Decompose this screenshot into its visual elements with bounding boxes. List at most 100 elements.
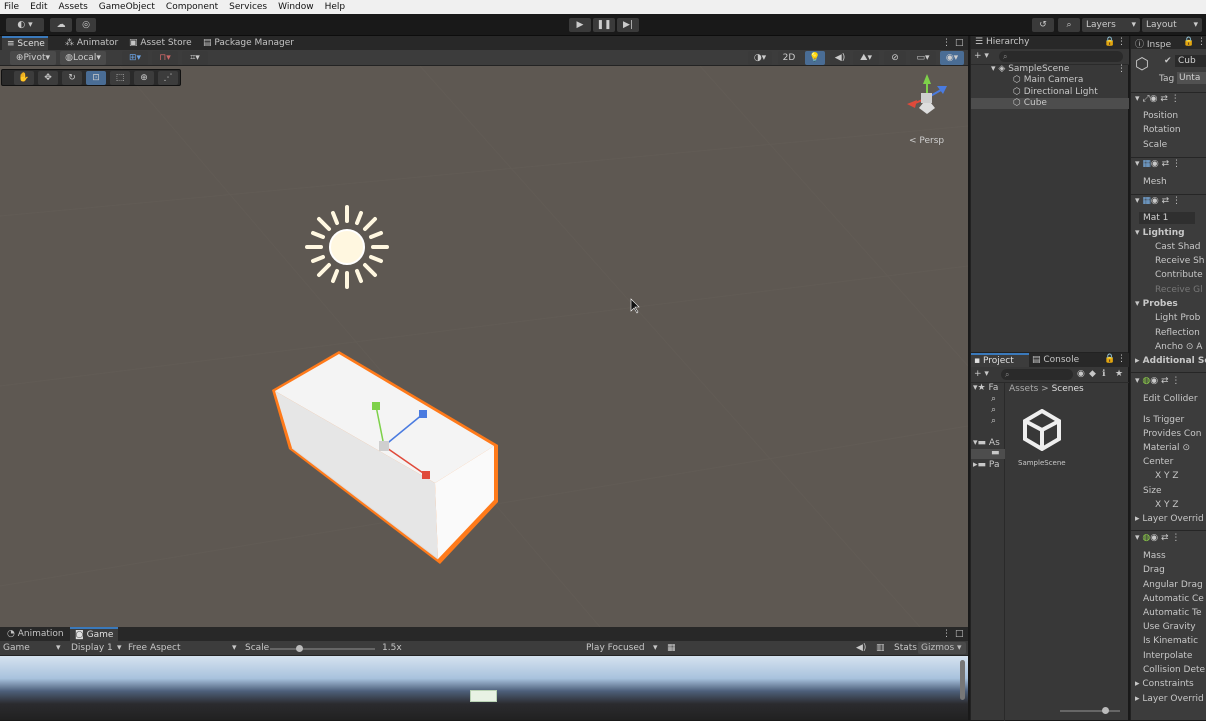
tag-dropdown[interactable]: Unta <box>1177 72 1206 84</box>
scale-slider-thumb[interactable] <box>296 645 303 652</box>
icon-size-slider[interactable] <box>1060 710 1120 712</box>
tree-packages[interactable]: ▸▬ Pa <box>973 460 999 470</box>
menu-gameobject[interactable]: GameObject <box>99 2 155 12</box>
hidden-packages-icon[interactable]: ℹ <box>1102 369 1105 379</box>
game-view[interactable] <box>0 656 968 720</box>
pivot-dropdown[interactable]: ⊕ Pivot ▾ <box>10 51 56 65</box>
hierarchy-item-main-camera[interactable]: ⬡ Main Camera <box>1013 75 1083 85</box>
rigidbody-header[interactable]: ▾ ◍◉ ⇄ ⋮ <box>1135 533 1180 543</box>
lock-icon[interactable]: 🔒 <box>1104 354 1115 364</box>
step-button[interactable]: ▶| <box>617 18 639 32</box>
more-icon[interactable]: ⋮ <box>1197 37 1206 47</box>
menu-assets[interactable]: Assets <box>59 2 88 12</box>
mesh-filter-header[interactable]: ▾ ▦◉ ⇄ ⋮ <box>1135 159 1181 169</box>
center-handle[interactable] <box>379 441 389 451</box>
object-picker-icon[interactable]: ⊙ <box>1182 443 1190 453</box>
rotate-tool[interactable]: ↻ <box>62 71 82 85</box>
audio-toggle[interactable]: ◀) <box>830 51 850 65</box>
scene-root[interactable]: ▾ ◈ SampleScene <box>991 64 1069 74</box>
collab-button[interactable]: ◎ <box>76 18 96 32</box>
tree-favorites[interactable]: ▾★ Fa <box>973 383 998 393</box>
orientation-gizmo[interactable] <box>907 74 947 114</box>
tab-console[interactable]: ▤ Console <box>1029 353 1082 367</box>
rect-tool[interactable]: ⬚ <box>110 71 130 85</box>
effects-dropdown[interactable]: ⛰▾ <box>853 51 879 65</box>
custom-tool[interactable]: ⋰ <box>158 71 178 85</box>
z-axis-handle[interactable] <box>419 410 427 418</box>
directional-light-icon[interactable] <box>305 205 389 289</box>
breadcrumb-scenes[interactable]: Scenes <box>1052 384 1084 394</box>
lock-icon[interactable]: 🔒 <box>1104 37 1115 47</box>
layer-overrides-foldout-2[interactable]: ▸ Layer Overrid <box>1135 694 1204 704</box>
scale-slider[interactable] <box>270 648 375 650</box>
game-scrollbar[interactable] <box>960 660 965 700</box>
transform-tool[interactable]: ⊕ <box>134 71 154 85</box>
history-button[interactable]: ↺ <box>1032 18 1054 32</box>
more-icon[interactable]: ⋮ <box>1117 354 1126 364</box>
2d-toggle[interactable]: 2D <box>778 51 800 65</box>
frame-debugger-icon[interactable]: ▦ <box>667 643 676 653</box>
snap-increment-button[interactable]: ⊓▾ <box>152 51 178 65</box>
gizmos-dropdown[interactable]: ◉▾ <box>940 51 964 65</box>
object-name-field[interactable]: Cub <box>1175 55 1206 67</box>
add-button[interactable]: + ▾ <box>974 51 989 61</box>
tab-package-manager[interactable]: ▤ Package Manager <box>198 36 299 50</box>
scale-tool[interactable]: ⊡ <box>86 71 106 85</box>
edit-collider-label[interactable]: Edit Collider <box>1143 394 1198 404</box>
gizmos-button[interactable]: Gizmos ▾ <box>918 642 966 654</box>
menu-component[interactable]: Component <box>166 2 218 12</box>
layout-dropdown[interactable]: Layout ▾ <box>1142 18 1202 32</box>
play-button[interactable]: ▶ <box>569 18 591 32</box>
scene-view[interactable]: < Persp ✋ ✥ ↻ ⊡ ⬚ ⊕ ⋰ <box>0 66 968 627</box>
tab-project[interactable]: ▪ Project <box>971 353 1029 367</box>
tree-assets[interactable]: ▾▬ As <box>973 438 1000 448</box>
tab-game[interactable]: ◙ Game <box>70 627 119 641</box>
tab-asset-store[interactable]: ▣ Asset Store <box>124 36 197 50</box>
hidden-objects-toggle[interactable]: ⊘ <box>884 51 906 65</box>
menu-edit[interactable]: Edit <box>30 2 47 12</box>
mute-audio-icon[interactable]: ◀) <box>856 643 866 653</box>
hierarchy-tab[interactable]: ☰ Hierarchy <box>975 37 1029 47</box>
tab-animator[interactable]: ⁂ Animator <box>60 36 123 50</box>
mesh-renderer-header[interactable]: ▾ ▦◉ ⇄ ⋮ <box>1135 196 1181 206</box>
filter-label-icon[interactable]: ◆ <box>1089 369 1096 379</box>
search-icon[interactable]: ⌕ <box>991 394 996 404</box>
hierarchy-item-directional-light[interactable]: ⬡ Directional Light <box>1013 87 1098 97</box>
x-axis-handle[interactable] <box>422 471 430 479</box>
tab-scene[interactable]: ≡ Scene <box>2 36 48 50</box>
menu-help[interactable]: Help <box>325 2 346 12</box>
constraints-foldout[interactable]: ▸ Constraints <box>1135 679 1194 689</box>
probes-foldout[interactable]: ▾ Probes <box>1135 299 1178 309</box>
layer-overrides-foldout[interactable]: ▸ Layer Overrid <box>1135 514 1204 524</box>
grid-visibility-button[interactable]: ⌗▾ <box>182 51 208 65</box>
create-button[interactable]: + ▾ <box>974 369 989 379</box>
cloud-button[interactable]: ☁ <box>50 18 72 32</box>
y-axis-handle[interactable] <box>372 402 380 410</box>
favorite-star-icon[interactable]: ★ <box>1115 369 1123 379</box>
cube-object[interactable] <box>272 351 498 564</box>
filter-type-icon[interactable]: ◉ <box>1077 369 1085 379</box>
asset-sample-scene[interactable] <box>1021 408 1063 452</box>
menu-services[interactable]: Services <box>229 2 267 12</box>
material-row[interactable]: Mat 1 <box>1139 212 1195 224</box>
menu-window[interactable]: Window <box>278 2 314 12</box>
lighting-toggle[interactable]: 💡 <box>805 51 825 65</box>
perspective-label[interactable]: < Persp <box>909 136 944 146</box>
aspect-dropdown[interactable]: Free Aspect <box>128 643 181 653</box>
pause-button[interactable]: ❚❚ <box>593 18 615 32</box>
tree-scenes-selected[interactable]: ▬ <box>971 448 1005 459</box>
layers-dropdown[interactable]: Layers ▾ <box>1082 18 1140 32</box>
active-checkbox[interactable]: ✔ <box>1164 56 1172 66</box>
breadcrumb-assets[interactable]: Assets <box>1009 384 1038 394</box>
stats-button[interactable]: Stats <box>894 643 917 653</box>
play-mode-dropdown[interactable]: Play Focused <box>586 643 645 653</box>
maximize-icon[interactable]: □ <box>955 629 964 639</box>
icon-size-slider-thumb[interactable] <box>1102 707 1109 714</box>
lighting-foldout[interactable]: ▾ Lighting <box>1135 228 1185 238</box>
tab-animation[interactable]: ◔ Animation <box>2 627 69 641</box>
inspector-tab[interactable]: ⓘ Inspe <box>1135 37 1171 50</box>
box-collider-header[interactable]: ▾ ◍◉ ⇄ ⋮ <box>1135 376 1180 386</box>
search-icon[interactable]: ⌕ <box>991 405 996 415</box>
transform-header[interactable]: ▾ ⤢◉ ⇄ ⋮ <box>1135 94 1180 104</box>
local-dropdown[interactable]: ◍ Local ▾ <box>60 51 106 65</box>
